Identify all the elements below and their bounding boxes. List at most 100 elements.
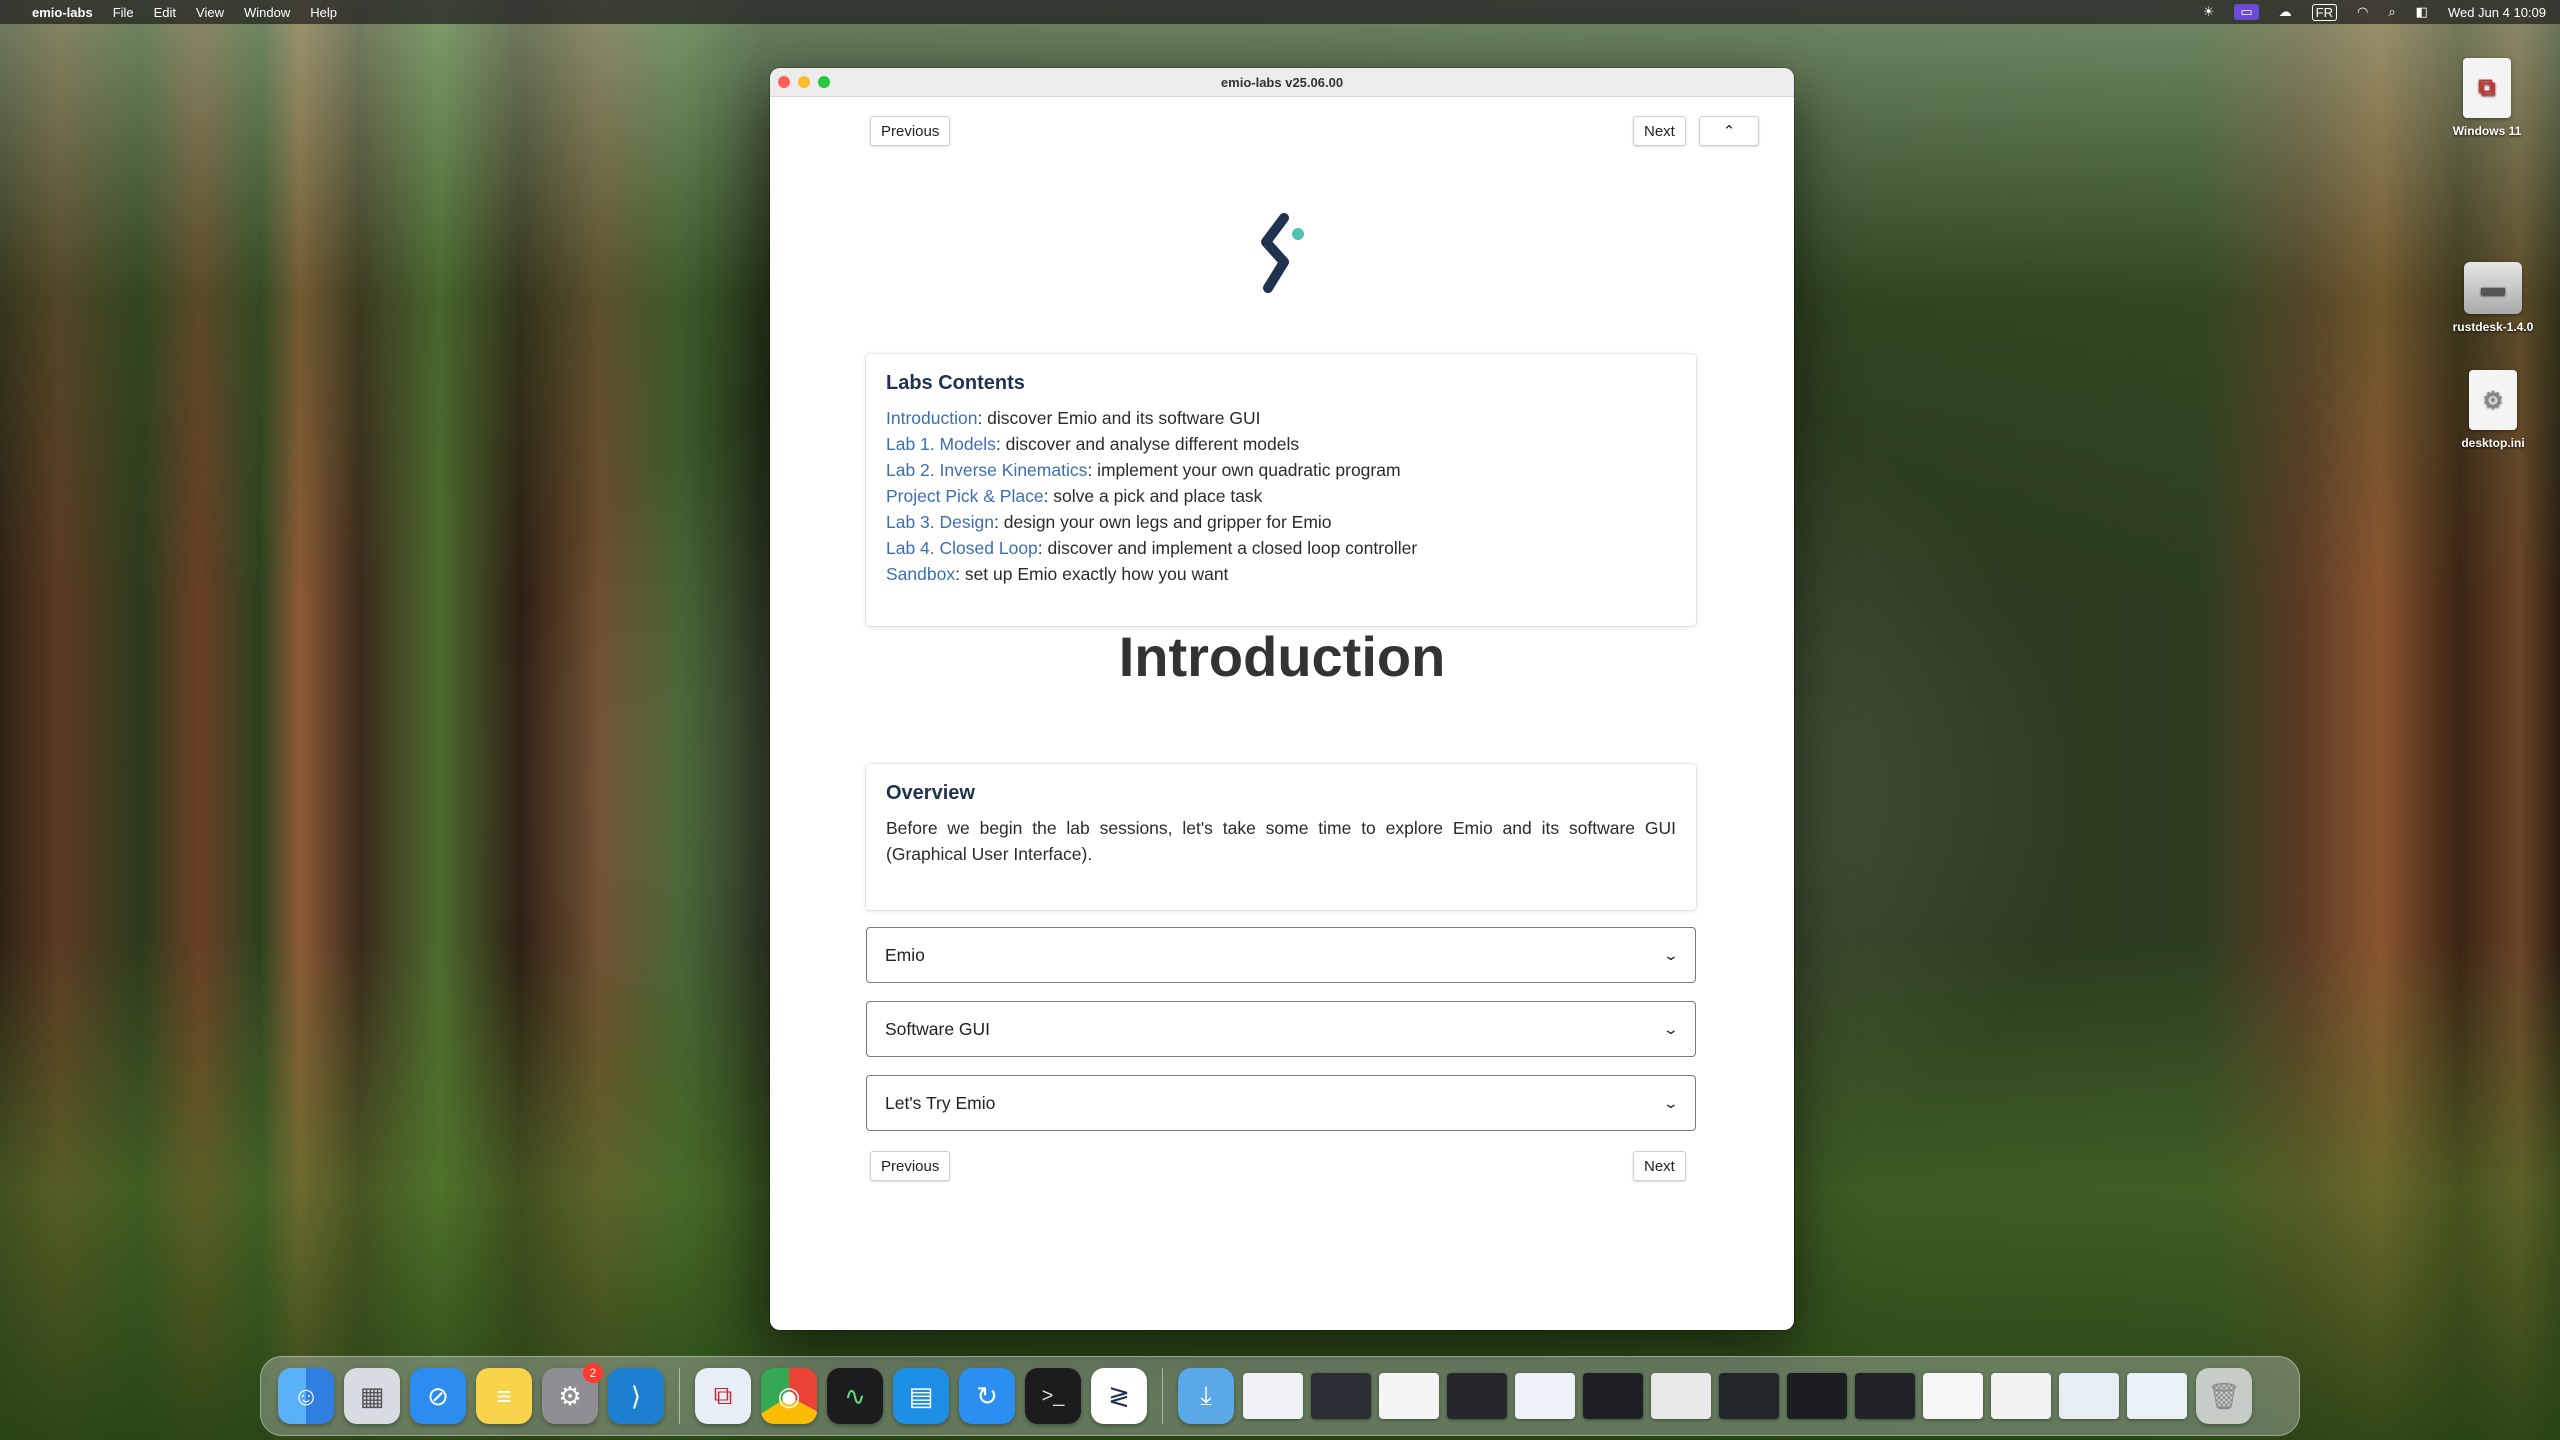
toc-link-introduction[interactable]: Introduction xyxy=(886,408,977,428)
chrome-icon[interactable]: ◉ xyxy=(761,1368,817,1424)
toc-item-project: Project Pick & Place: solve a pick and p… xyxy=(886,483,1676,509)
toc-item-introduction: Introduction: discover Emio and its soft… xyxy=(886,405,1676,431)
desktop-icon-label: desktop.ini xyxy=(2461,436,2525,450)
vscode-icon[interactable]: ⟩ xyxy=(608,1368,664,1424)
settings-file-icon: ⚙ xyxy=(2469,370,2517,430)
accordion-label: Let's Try Emio xyxy=(885,1092,996,1113)
menu-app-name[interactable]: emio-labs xyxy=(32,5,93,20)
minimize-window-icon[interactable] xyxy=(798,76,810,88)
next-button-bottom[interactable]: Next xyxy=(1633,1151,1686,1181)
minimized-window-thumbnail[interactable] xyxy=(2127,1373,2187,1419)
downloads-folder-icon[interactable]: ⤓ xyxy=(1178,1368,1234,1424)
toc-link-lab-3[interactable]: Lab 3. Design xyxy=(886,512,994,532)
parallels-vm-icon: ⧉ xyxy=(2463,58,2511,118)
menu-window[interactable]: Window xyxy=(244,5,290,20)
minimized-window-thumbnail[interactable] xyxy=(1447,1373,1507,1419)
chevron-down-icon: ⌄ xyxy=(1662,1020,1680,1037)
sync-app-icon[interactable]: ↻ xyxy=(959,1368,1015,1424)
app-window: emio-labs v25.06.00 Previous Next ⌃ Labs… xyxy=(770,68,1794,1330)
toc-desc: : set up Emio exactly how you want xyxy=(955,564,1229,584)
terminal-icon[interactable]: >_ xyxy=(1025,1368,1081,1424)
minimized-window-thumbnail[interactable] xyxy=(1787,1373,1847,1419)
spotlight-search-icon[interactable]: ⌕ xyxy=(2388,4,2395,20)
minimized-window-thumbnail[interactable] xyxy=(1243,1373,1303,1419)
toc-link-lab-2[interactable]: Lab 2. Inverse Kinematics xyxy=(886,460,1087,480)
chevron-down-icon: ⌄ xyxy=(1662,1094,1680,1111)
toc-desc: : solve a pick and place task xyxy=(1043,486,1263,506)
notes-icon[interactable]: ≡ xyxy=(476,1368,532,1424)
toc-desc: : discover and implement a closed loop c… xyxy=(1037,538,1418,558)
trash-icon[interactable]: 🗑 xyxy=(2196,1368,2252,1424)
minimized-window-thumbnail[interactable] xyxy=(1923,1373,1983,1419)
minimized-window-thumbnail[interactable] xyxy=(1515,1373,1575,1419)
desktop-icon-rustdesk[interactable]: ▬ rustdesk-1.4.0 xyxy=(2438,262,2548,334)
toc-item-lab-1: Lab 1. Models: discover and analyse diff… xyxy=(886,431,1676,457)
accordion-lets-try-emio[interactable]: Let's Try Emio ⌄ xyxy=(866,1075,1696,1131)
minimized-window-thumbnail[interactable] xyxy=(1991,1373,2051,1419)
desktop-icon-desktop-ini[interactable]: ⚙ desktop.ini xyxy=(2438,370,2548,450)
screen-mirroring-icon[interactable]: ▭ xyxy=(2234,4,2259,20)
collapse-button[interactable]: ⌃ xyxy=(1699,116,1759,146)
brightness-icon[interactable]: ☀ xyxy=(2203,4,2215,20)
minimized-window-thumbnail[interactable] xyxy=(1651,1373,1711,1419)
toc-item-sandbox: Sandbox: set up Emio exactly how you wan… xyxy=(886,561,1676,587)
weather-icon[interactable]: ☁ xyxy=(2279,4,2292,20)
docker-icon[interactable]: ▤ xyxy=(893,1368,949,1424)
labs-contents-card: Labs Contents Introduction: discover Emi… xyxy=(866,354,1696,626)
emio-logo-icon xyxy=(1261,213,1304,293)
overview-heading: Overview xyxy=(886,782,975,804)
dock-separator xyxy=(679,1368,680,1424)
window-controls xyxy=(778,76,838,88)
toc-item-lab-4: Lab 4. Closed Loop: discover and impleme… xyxy=(886,535,1676,561)
toc-desc: : discover Emio and its software GUI xyxy=(977,408,1261,428)
toc-desc: : discover and analyse different models xyxy=(995,434,1300,454)
menu-help[interactable]: Help xyxy=(310,5,337,20)
menu-status-area: ☀ ▭ ☁ FR ◠ ⌕ ◧ Wed Jun 4 10:09 xyxy=(2183,3,2546,21)
desktop-icon-windows-11[interactable]: ⧉ Windows 11 xyxy=(2432,58,2542,138)
next-button-top[interactable]: Next xyxy=(1633,116,1686,146)
menu-edit[interactable]: Edit xyxy=(154,5,176,20)
emio-labs-icon[interactable]: ≷ xyxy=(1091,1368,1147,1424)
accordion-emio[interactable]: Emio ⌄ xyxy=(866,927,1696,983)
toc-link-project[interactable]: Project Pick & Place xyxy=(886,486,1044,506)
previous-button-bottom[interactable]: Previous xyxy=(870,1151,951,1181)
launchpad-icon[interactable]: ▦ xyxy=(344,1368,400,1424)
zoom-window-icon[interactable] xyxy=(818,76,830,88)
minimized-window-thumbnail[interactable] xyxy=(1719,1373,1779,1419)
menu-clock[interactable]: Wed Jun 4 10:09 xyxy=(2448,5,2546,20)
page-content: Previous Next ⌃ Labs Contents Introducti… xyxy=(770,96,1794,1330)
previous-button-top[interactable]: Previous xyxy=(870,116,951,146)
toc-item-lab-3: Lab 3. Design: design your own legs and … xyxy=(886,509,1676,535)
minimized-window-thumbnail[interactable] xyxy=(2059,1373,2119,1419)
activity-monitor-icon[interactable]: ∿ xyxy=(827,1368,883,1424)
accordion-software-gui[interactable]: Software GUI ⌄ xyxy=(866,1001,1696,1057)
chevron-down-icon: ⌄ xyxy=(1662,946,1680,963)
toc-link-lab-1[interactable]: Lab 1. Models xyxy=(886,434,996,454)
safari-icon[interactable]: ⊘ xyxy=(410,1368,466,1424)
toc-link-sandbox[interactable]: Sandbox xyxy=(886,564,955,584)
dock-separator xyxy=(1162,1368,1163,1424)
notification-badge: 2 xyxy=(583,1363,603,1383)
toc-desc: : implement your own quadratic program xyxy=(1087,460,1401,480)
toc-link-lab-4[interactable]: Lab 4. Closed Loop xyxy=(886,538,1038,558)
minimized-window-thumbnail[interactable] xyxy=(1855,1373,1915,1419)
system-settings-icon[interactable]: ⚙ 2 xyxy=(542,1363,603,1424)
window-title: emio-labs v25.06.00 xyxy=(1220,74,1344,90)
minimized-window-thumbnail[interactable] xyxy=(1379,1373,1439,1419)
control-center-icon[interactable]: ◧ xyxy=(2416,4,2428,20)
finder-icon[interactable]: ☺ xyxy=(278,1368,334,1424)
parallels-icon[interactable]: ⧉ xyxy=(695,1368,751,1424)
window-titlebar[interactable]: emio-labs v25.06.00 xyxy=(770,68,1794,97)
wifi-icon[interactable]: ◠ xyxy=(2357,4,2368,20)
minimized-window-thumbnail[interactable] xyxy=(1583,1373,1643,1419)
minimized-window-thumbnail[interactable] xyxy=(1311,1373,1371,1419)
menu-file[interactable]: File xyxy=(113,5,134,20)
labs-contents-heading: Labs Contents xyxy=(886,372,1025,394)
dock: ☺ ▦ ⊘ ≡ ⚙ 2 ⟩ ⧉ ◉ ∿ ▤ ↻ >_ ≷ ⤓ 🗑 xyxy=(260,1356,2300,1436)
menu-view[interactable]: View xyxy=(196,5,224,20)
overview-card: Overview Before we begin the lab session… xyxy=(866,764,1696,910)
toc-item-lab-2: Lab 2. Inverse Kinematics: implement you… xyxy=(886,457,1676,483)
close-window-icon[interactable] xyxy=(778,76,790,88)
disk-image-icon: ▬ xyxy=(2464,262,2522,314)
input-source-indicator[interactable]: FR xyxy=(2311,3,2338,21)
